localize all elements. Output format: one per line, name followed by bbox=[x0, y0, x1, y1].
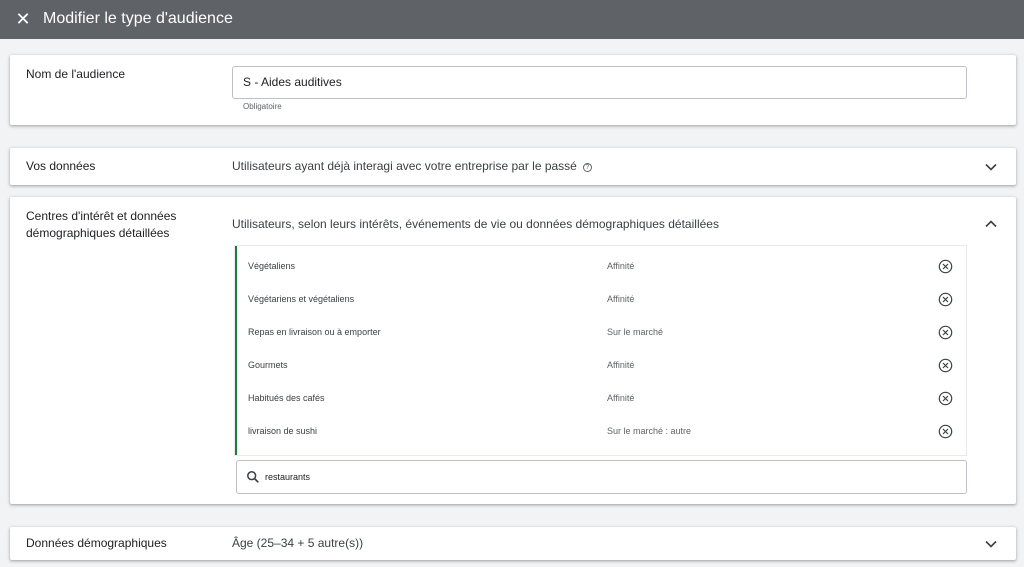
remove-circle-icon[interactable] bbox=[938, 325, 953, 340]
interest-type: Affinité bbox=[607, 294, 635, 304]
interest-row: Gourmets Affinité bbox=[237, 351, 966, 384]
interest-row: Végétaliens Affinité bbox=[237, 252, 966, 285]
interest-type: Affinité bbox=[607, 393, 635, 403]
audience-name-helper: Obligatoire bbox=[243, 102, 282, 111]
interest-type: Affinité bbox=[607, 360, 635, 370]
interests-summary: Utilisateurs, selon leurs intérêts, évén… bbox=[232, 217, 719, 231]
interest-name: Repas en livraison ou à emporter bbox=[248, 327, 381, 337]
interest-name: Gourmets bbox=[248, 360, 288, 370]
demographics-summary: Âge (25–34 + 5 autre(s)) bbox=[232, 536, 364, 550]
remove-circle-icon[interactable] bbox=[938, 292, 953, 307]
interest-type: Sur le marché : autre bbox=[607, 426, 692, 436]
interest-name: Habitués des cafés bbox=[248, 393, 325, 403]
remove-circle-icon[interactable] bbox=[938, 391, 953, 406]
interest-row: Habitués des cafés Affinité bbox=[237, 384, 966, 417]
audience-name-card: Nom de l'audience S - Aides auditives Ob… bbox=[10, 55, 1016, 125]
audience-name-label: Nom de l'audience bbox=[26, 67, 126, 81]
interest-type: Affinité bbox=[607, 261, 635, 271]
interest-name: Végétaliens bbox=[248, 261, 296, 271]
interests-label-line2: démographiques détaillées bbox=[26, 226, 170, 240]
demographics-label: Données démographiques bbox=[26, 536, 167, 550]
interest-name: livraison de sushi bbox=[248, 426, 318, 436]
interest-row: Végétariens et végétaliens Affinité bbox=[237, 285, 966, 318]
demographics-card[interactable]: Données démographiques Âge (25–34 + 5 au… bbox=[10, 527, 1016, 560]
remove-circle-icon[interactable] bbox=[938, 424, 953, 439]
chevron-up-icon[interactable] bbox=[984, 217, 998, 231]
chevron-down-icon[interactable] bbox=[984, 160, 998, 174]
interest-row: Repas en livraison ou à emporter Sur le … bbox=[237, 318, 966, 351]
interest-name: Végétariens et végétaliens bbox=[248, 294, 355, 304]
your-data-summary-text: Utilisateurs ayant déjà interagi avec vo… bbox=[232, 159, 577, 173]
search-icon bbox=[246, 470, 260, 484]
search-value: restaurants bbox=[265, 472, 311, 482]
top-bar: ✕ Modifier le type d'audience bbox=[0, 0, 1024, 39]
your-data-label: Vos données bbox=[26, 159, 96, 173]
interest-type: Sur le marché bbox=[607, 327, 664, 337]
your-data-card[interactable]: Vos données Utilisateurs ayant déjà inte… bbox=[10, 148, 1016, 185]
remove-circle-icon[interactable] bbox=[938, 259, 953, 274]
help-icon[interactable]: ? bbox=[582, 163, 592, 172]
close-icon[interactable]: ✕ bbox=[12, 8, 34, 30]
interest-row: livraison de sushi Sur le marché : autre bbox=[237, 417, 966, 450]
interests-card: Centres d'intérêt et données démographiq… bbox=[10, 197, 1016, 504]
page-title: Modifier le type d'audience bbox=[43, 10, 233, 27]
remove-circle-icon[interactable] bbox=[938, 358, 953, 373]
interest-list: Végétaliens Affinité Végétariens et végé… bbox=[235, 246, 966, 455]
interests-label: Centres d'intérêt et données démographiq… bbox=[26, 208, 176, 242]
chevron-down-icon[interactable] bbox=[984, 537, 998, 551]
audience-name-input[interactable]: S - Aides auditives bbox=[232, 66, 967, 99]
interest-search-input[interactable]: restaurants bbox=[236, 460, 967, 494]
your-data-summary: Utilisateurs ayant déjà interagi avec vo… bbox=[232, 158, 592, 175]
interests-label-line1: Centres d'intérêt et données bbox=[26, 209, 177, 223]
